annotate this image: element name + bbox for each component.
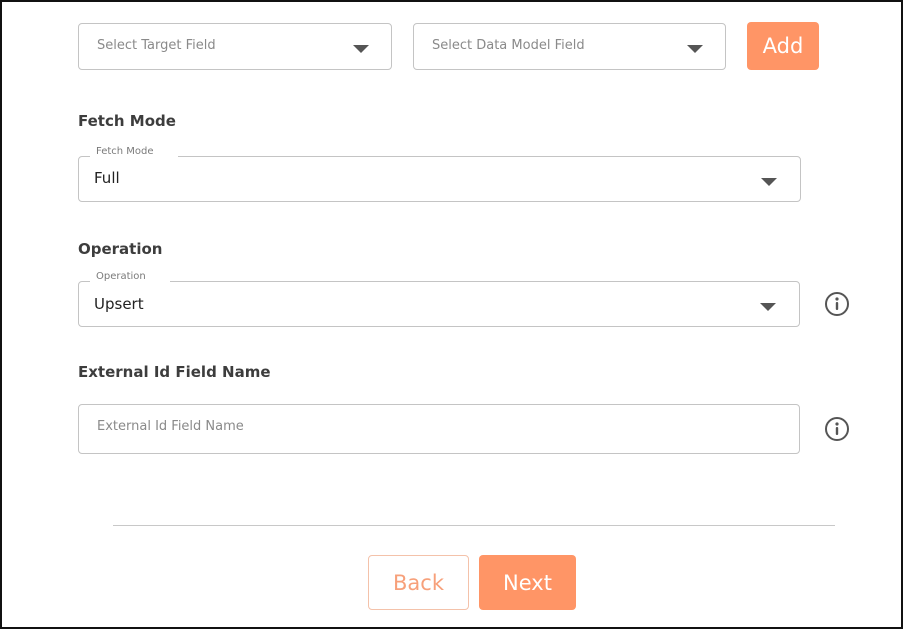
info-icon[interactable] <box>824 291 850 317</box>
chevron-down-icon <box>353 45 369 53</box>
operation-value: Upsert <box>94 295 144 313</box>
form-panel: Select Target Field Select Data Model Fi… <box>0 0 903 629</box>
add-button[interactable]: Add <box>747 22 819 70</box>
operation-floating-label: Operation <box>90 271 170 283</box>
fetch-mode-select[interactable]: Full <box>78 156 801 202</box>
operation-heading: Operation <box>78 240 163 258</box>
back-button[interactable]: Back <box>368 555 469 610</box>
fetch-mode-value: Full <box>94 169 120 187</box>
external-id-heading: External Id Field Name <box>78 363 271 381</box>
external-id-placeholder: External Id Field Name <box>97 419 244 434</box>
next-button[interactable]: Next <box>479 555 576 610</box>
target-field-select[interactable]: Select Target Field <box>78 23 392 70</box>
footer-divider <box>113 525 835 526</box>
data-model-field-select[interactable]: Select Data Model Field <box>413 23 726 70</box>
chevron-down-icon <box>687 45 703 53</box>
chevron-down-icon <box>760 303 776 311</box>
target-field-placeholder: Select Target Field <box>97 38 216 53</box>
external-id-input[interactable]: External Id Field Name <box>78 404 800 454</box>
data-model-field-placeholder: Select Data Model Field <box>432 38 585 53</box>
chevron-down-icon <box>761 178 777 186</box>
operation-select[interactable]: Upsert <box>78 281 800 327</box>
info-icon[interactable] <box>824 416 850 442</box>
fetch-mode-floating-label: Fetch Mode <box>90 146 178 158</box>
fetch-mode-heading: Fetch Mode <box>78 112 176 130</box>
